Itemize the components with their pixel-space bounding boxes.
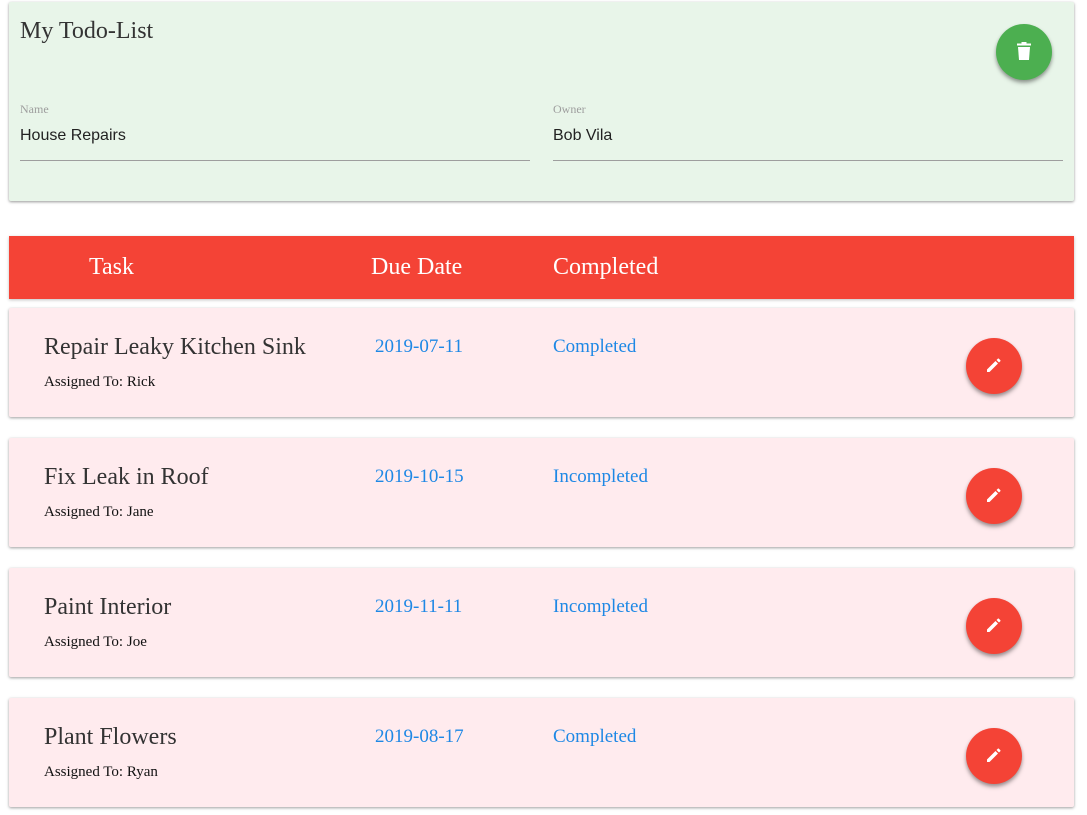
page-title: My Todo-List: [20, 18, 154, 44]
task-row: Fix Leak in Roof Assigned To: Jane 2019-…: [9, 438, 1074, 547]
task-status[interactable]: Completed: [553, 726, 636, 748]
header-completed: Completed: [553, 254, 659, 280]
pencil-icon: [985, 486, 1003, 507]
task-status[interactable]: Incompleted: [553, 596, 648, 618]
task-row: Paint Interior Assigned To: Joe 2019-11-…: [9, 568, 1074, 677]
todo-list-card: My Todo-List Name Owner: [9, 2, 1074, 201]
assigned-to-label: Assigned To:: [44, 764, 127, 780]
task-due-date[interactable]: 2019-10-15: [375, 466, 464, 488]
assignee-name: Ryan: [126, 764, 158, 780]
assignee-name: Rick: [126, 374, 156, 390]
task-name: Paint Interior: [44, 594, 172, 620]
assigned-to-label: Assigned To:: [44, 504, 127, 520]
task-assignee: Assigned To: Jane: [44, 504, 154, 521]
owner-input[interactable]: [553, 127, 1063, 145]
edit-task-button[interactable]: [966, 598, 1022, 654]
task-due-date[interactable]: 2019-07-11: [375, 336, 463, 358]
delete-list-button[interactable]: [996, 24, 1052, 80]
edit-task-button[interactable]: [966, 728, 1022, 784]
task-due-date[interactable]: 2019-08-17: [375, 726, 464, 748]
name-label: Name: [20, 102, 49, 116]
task-row: Plant Flowers Assigned To: Ryan 2019-08-…: [9, 698, 1074, 807]
trash-icon: [1017, 41, 1031, 63]
header-task: Task: [89, 254, 134, 280]
pencil-icon: [985, 746, 1003, 767]
owner-field: Owner: [553, 102, 1063, 161]
assigned-to-label: Assigned To:: [44, 634, 127, 650]
task-assignee: Assigned To: Ryan: [44, 764, 158, 781]
pencil-icon: [985, 616, 1003, 637]
edit-task-button[interactable]: [966, 338, 1022, 394]
task-assignee: Assigned To: Joe: [44, 634, 147, 651]
assignee-name: Joe: [126, 634, 147, 650]
name-field: Name: [20, 102, 530, 161]
assignee-name: Jane: [126, 504, 154, 520]
edit-task-button[interactable]: [966, 468, 1022, 524]
task-status[interactable]: Completed: [553, 336, 636, 358]
owner-label: Owner: [553, 102, 586, 116]
assigned-to-label: Assigned To:: [44, 374, 127, 390]
pencil-icon: [985, 356, 1003, 377]
task-due-date[interactable]: 2019-11-11: [375, 596, 462, 618]
task-status[interactable]: Incompleted: [553, 466, 648, 488]
task-name: Fix Leak in Roof: [44, 464, 209, 490]
task-row: Repair Leaky Kitchen Sink Assigned To: R…: [9, 308, 1074, 417]
task-name: Repair Leaky Kitchen Sink: [44, 334, 306, 360]
task-assignee: Assigned To: Rick: [44, 374, 155, 391]
task-name: Plant Flowers: [44, 724, 177, 750]
name-input[interactable]: [20, 127, 530, 145]
task-table-header: Task Due Date Completed: [9, 236, 1074, 299]
header-due-date: Due Date: [371, 254, 463, 280]
